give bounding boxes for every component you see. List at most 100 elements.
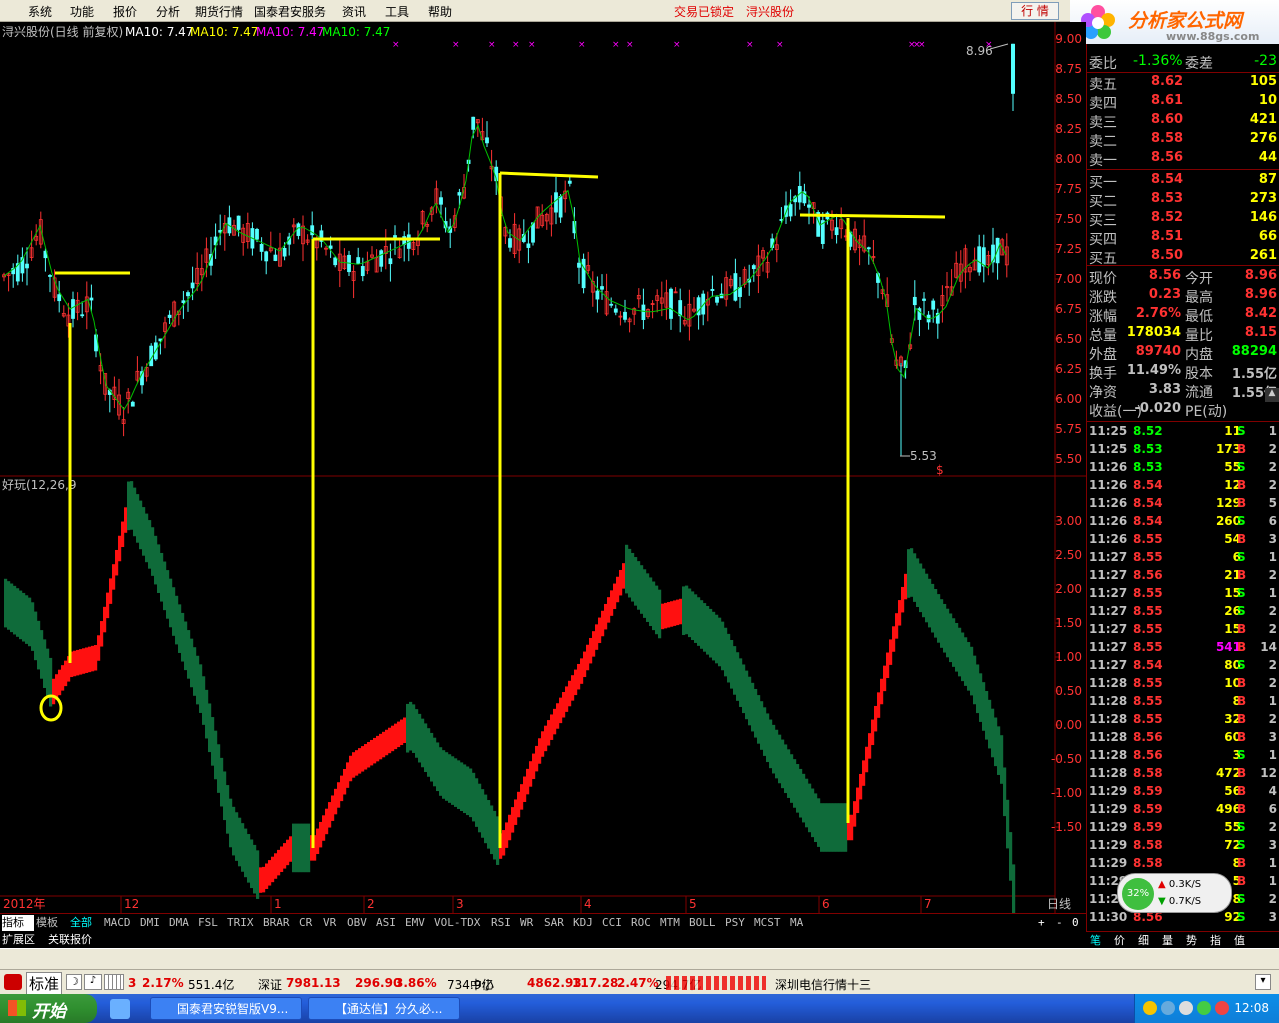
keyboard-icon[interactable]	[104, 974, 124, 990]
ext-tab-0[interactable]: 扩展区	[2, 932, 35, 948]
indicator-tab-asi[interactable]: ASI	[376, 915, 403, 931]
menu-item-8[interactable]: 帮助	[428, 3, 452, 20]
panel-tab-5[interactable]: 指	[1210, 933, 1221, 949]
indicator-band	[130, 481, 134, 530]
indicator-tab-psy[interactable]: PSY	[725, 915, 752, 931]
volume-icon[interactable]	[1179, 1001, 1193, 1015]
indicator-tab-macd[interactable]: MACD	[104, 915, 138, 931]
tick-price: 8.52	[1133, 424, 1163, 438]
tick-row: 11:26 8.55 54 B 3	[1087, 530, 1279, 548]
indicator-tab-brar[interactable]: BRAR	[263, 915, 297, 931]
reset-button[interactable]: 0	[1072, 915, 1079, 931]
qq-icon[interactable]	[1143, 1001, 1157, 1015]
zoom-out-button[interactable]: -	[1056, 915, 1063, 931]
ext-tab-1[interactable]: 关联报价	[48, 932, 92, 948]
order-book-row: 卖一 8.56 44	[1087, 149, 1279, 169]
price-tick: 9.00	[1055, 32, 1082, 46]
panel-tab-6[interactable]: 值	[1234, 933, 1245, 949]
menu-item-1[interactable]: 功能	[70, 3, 94, 20]
indicator-band	[739, 658, 743, 707]
app-icon[interactable]	[4, 974, 22, 990]
indicator-tab-kdj[interactable]: KDJ	[573, 915, 600, 931]
signal-marker-icon: ×	[528, 40, 536, 50]
taskbar-task-1[interactable]: 【通达信】分久必...	[308, 997, 460, 1020]
menu-item-6[interactable]: 资讯	[342, 3, 366, 20]
start-button[interactable]: 开始	[0, 994, 97, 1023]
panel-tab-2[interactable]: 细	[1138, 933, 1149, 949]
menu-item-2[interactable]: 报价	[113, 3, 137, 20]
tick-count: 1	[1268, 856, 1277, 870]
indicator-tab-emv[interactable]: EMV	[405, 915, 432, 931]
menu-item-7[interactable]: 工具	[385, 3, 409, 20]
indicator-band	[622, 563, 626, 589]
indicator-band	[997, 726, 1001, 775]
indicator-tab-指标[interactable]: 指标	[2, 915, 34, 931]
indicator-tab-obv[interactable]: OBV	[347, 915, 374, 931]
indicator-tab-rsi[interactable]: RSI	[491, 915, 518, 931]
tick-price: 8.56	[1133, 748, 1163, 762]
indicator-tab-boll[interactable]: BOLL	[689, 915, 723, 931]
stat-label: 总量	[1089, 328, 1117, 344]
down-arrow-icon: ▼	[1158, 896, 1166, 907]
indicator-band	[745, 670, 749, 720]
indicator-tab-cci[interactable]: CCI	[602, 915, 629, 931]
panel-tab-1[interactable]: 价	[1114, 933, 1125, 949]
indicator-band	[481, 789, 485, 838]
indicator-tab-全部[interactable]: 全部	[70, 915, 102, 931]
menu-item-3[interactable]: 分析	[156, 3, 180, 20]
stat-value: 89740	[1135, 344, 1181, 359]
tick-side: B	[1237, 622, 1247, 636]
tick-row: 11:29 8.58 8 B 1	[1087, 854, 1279, 872]
indicator-band	[892, 626, 896, 652]
indicator-tab-vol-tdx[interactable]: VOL-TDX	[434, 915, 489, 931]
ime-icon[interactable]	[1197, 1001, 1211, 1015]
indicator-tab-mcst[interactable]: MCST	[754, 915, 788, 931]
tick-side: S	[1237, 424, 1246, 438]
menu-item-5[interactable]: 国泰君安服务	[254, 3, 326, 20]
indicator-tab-模板[interactable]: 模板	[36, 915, 68, 931]
indicator-tab-cr[interactable]: CR	[299, 915, 321, 931]
note-icon[interactable]: ♪	[84, 974, 102, 990]
indicator-band	[430, 732, 434, 782]
indicator-tab-wr[interactable]: WR	[520, 915, 542, 931]
network-icon[interactable]	[1161, 1001, 1175, 1015]
moon-icon[interactable]: ☽	[66, 974, 82, 990]
kline-chart-area[interactable]: 浔兴股份(日线 前复权) MA10: 7.47 MA10: 7.47 MA10: 7.…	[0, 22, 1086, 913]
quicklaunch-icon[interactable]	[110, 999, 130, 1019]
indicator-tab-trix[interactable]: TRIX	[227, 915, 261, 931]
chart-canvas[interactable]: 浔兴股份(日线 前复权) MA10: 7.47MA10: 7.47MA10: 7.…	[0, 22, 1086, 913]
panel-tab-4[interactable]: 势	[1186, 933, 1197, 949]
indicator-band	[379, 733, 383, 760]
close-ticker-icon[interactable]: ▾	[1255, 974, 1271, 990]
shield-icon[interactable]	[1215, 1001, 1229, 1015]
indicator-tab-dmi[interactable]: DMI	[140, 915, 167, 931]
panel-tab-0[interactable]: 笔	[1090, 933, 1101, 949]
tick-price: 8.55	[1133, 694, 1163, 708]
indicator-band	[529, 761, 533, 787]
news-ticker[interactable]: 深圳电信行情十三	[775, 976, 871, 993]
tick-count: 2	[1268, 568, 1277, 582]
zoom-in-button[interactable]: +	[1038, 915, 1045, 931]
indicator-band	[136, 494, 140, 543]
indicator-tab-fsl[interactable]: FSL	[198, 915, 225, 931]
taskbar-task-0[interactable]: 国泰君安锐智版V9...	[150, 997, 302, 1020]
menu-item-0[interactable]: 系统	[28, 3, 52, 20]
indicator-band	[640, 565, 644, 614]
panel-tab-3[interactable]: 量	[1162, 933, 1173, 949]
market-stat: 深证	[258, 978, 283, 992]
standard-button[interactable]: 标准	[26, 972, 63, 995]
indicator-tab-ma[interactable]: MA	[790, 915, 812, 931]
indicator-tab-roc[interactable]: ROC	[631, 915, 658, 931]
menu-item-4[interactable]: 期货行情	[195, 3, 243, 20]
indicator-tab-mtm[interactable]: MTM	[660, 915, 687, 931]
level-volume: 66	[1258, 229, 1277, 244]
candle-body	[613, 308, 618, 313]
indicator-tab-dma[interactable]: DMA	[169, 915, 196, 931]
candle-body	[678, 300, 683, 317]
tick-time: 11:29	[1089, 838, 1128, 852]
scroll-up-icon[interactable]: ▲	[1265, 388, 1279, 402]
quote-button[interactable]: 行 情	[1011, 2, 1059, 20]
indicator-tab-vr[interactable]: VR	[323, 915, 345, 931]
indicator-tab-sar[interactable]: SAR	[544, 915, 571, 931]
indicator-band	[412, 704, 416, 753]
